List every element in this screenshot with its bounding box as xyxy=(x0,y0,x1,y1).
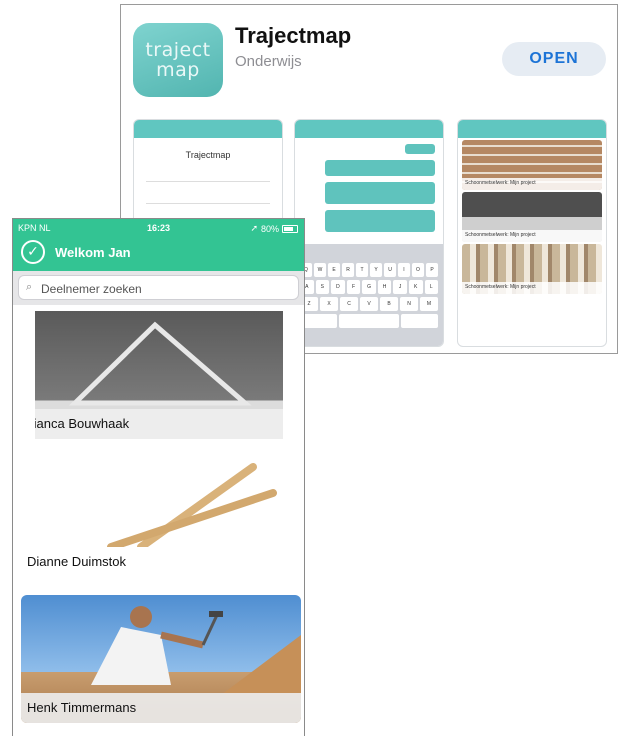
key: E xyxy=(328,263,340,277)
status-right: ➚ 80% xyxy=(250,223,298,234)
keyboard-row: ZXCVBNM xyxy=(300,297,438,311)
preview-result-caption: Schoonmetselwerk: Mijn project xyxy=(462,230,602,242)
preview-result-caption: Schoonmetselwerk: Mijn project xyxy=(462,178,602,190)
key: S xyxy=(315,280,330,294)
search-icon: ⌕ xyxy=(26,280,33,293)
keyboard-suggestions xyxy=(298,248,440,260)
participant-card[interactable]: Henk Timmermans xyxy=(21,595,301,723)
search-input[interactable] xyxy=(39,278,293,299)
key: P xyxy=(426,263,438,277)
preview-result-tile: Schoonmetselwerk: Mijn project xyxy=(462,192,602,242)
key: X xyxy=(320,297,338,311)
preview-result-tile: Schoonmetselwerk: Mijn project xyxy=(462,140,602,190)
preview-header-bar xyxy=(458,120,606,138)
participant-name: Bianca Bouwhaak xyxy=(35,416,130,431)
carrier-label: KPN NL xyxy=(18,223,51,233)
preview-password-field xyxy=(146,196,270,204)
app-category: Onderwijs xyxy=(235,53,302,70)
participant-card[interactable]: Bianca Bouwhaak xyxy=(35,311,283,439)
key: K xyxy=(408,280,423,294)
key: I xyxy=(398,263,410,277)
key: L xyxy=(424,280,439,294)
app-icon[interactable]: traject map xyxy=(133,23,223,97)
keyboard-row: ASDFGHJKL xyxy=(300,280,439,294)
key xyxy=(338,314,400,328)
key: R xyxy=(342,263,354,277)
app-icon-text-line2: map xyxy=(156,59,200,81)
key: G xyxy=(362,280,376,294)
key: C xyxy=(340,297,358,311)
keyboard-row: QWERTYUIOP xyxy=(300,263,438,277)
app-title: Trajectmap xyxy=(235,23,352,48)
preview-username-field xyxy=(146,174,270,182)
participant-name: Dianne Duimstok xyxy=(27,554,126,569)
key xyxy=(401,314,438,328)
battery-icon xyxy=(282,224,298,233)
key: T xyxy=(356,263,368,277)
key: H xyxy=(377,280,392,294)
search-bar: ⌕ xyxy=(13,271,304,305)
carpenter-image xyxy=(91,606,301,695)
key xyxy=(300,314,337,328)
key: B xyxy=(380,297,398,311)
open-button[interactable]: OPEN xyxy=(502,42,606,76)
preview-screenshot-chat[interactable]: QWERTYUIOP ASDFGHJKL ZXCVBNM xyxy=(294,119,444,347)
chat-bubble xyxy=(325,160,435,176)
key: O xyxy=(412,263,424,277)
preview-header-bar xyxy=(134,120,282,138)
status-bar: KPN NL 16:23 ➚ 80% xyxy=(13,219,304,237)
set-square-image xyxy=(68,321,252,406)
key: Y xyxy=(370,263,382,277)
preview-screenshot-results[interactable]: Schoonmetselwerk: Mijn project Schoonmet… xyxy=(457,119,607,347)
preview-keyboard: QWERTYUIOP ASDFGHJKL ZXCVBNM xyxy=(295,244,443,346)
preview-result-tile: Schoonmetselwerk: Mijn project xyxy=(462,244,602,294)
preview-header-bar xyxy=(295,120,443,138)
key: D xyxy=(331,280,345,294)
keyboard-row xyxy=(300,314,438,328)
location-icon: ➚ xyxy=(250,223,258,233)
key: V xyxy=(360,297,378,311)
page-title: Welkom Jan xyxy=(55,245,131,260)
key: U xyxy=(384,263,396,277)
key: W xyxy=(314,263,326,277)
preview-result-caption: Schoonmetselwerk: Mijn project xyxy=(462,282,602,294)
participant-card[interactable]: Dianne Duimstok xyxy=(21,449,301,577)
search-field[interactable]: ⌕ xyxy=(18,275,299,300)
chat-bubble xyxy=(405,144,435,154)
key: F xyxy=(346,280,361,294)
folding-ruler-image xyxy=(107,463,277,549)
preview-login-title: Trajectmap xyxy=(185,150,231,160)
key: M xyxy=(420,297,438,311)
key: J xyxy=(393,280,407,294)
check-icon[interactable]: ✓ xyxy=(21,240,45,264)
battery-percent: 80% xyxy=(260,223,279,234)
chat-bubble xyxy=(325,182,435,204)
key: N xyxy=(400,297,418,311)
participant-name: Henk Timmermans xyxy=(27,700,137,715)
status-time: 16:23 xyxy=(147,223,171,233)
chat-bubble xyxy=(325,210,435,232)
nav-bar: ✓ Welkom Jan xyxy=(13,237,304,271)
app-icon-text-line1: traject xyxy=(145,39,211,61)
phone-screen: KPN NL 16:23 ➚ 80% ✓ Welkom Jan ⌕ Bianca… xyxy=(12,218,305,736)
